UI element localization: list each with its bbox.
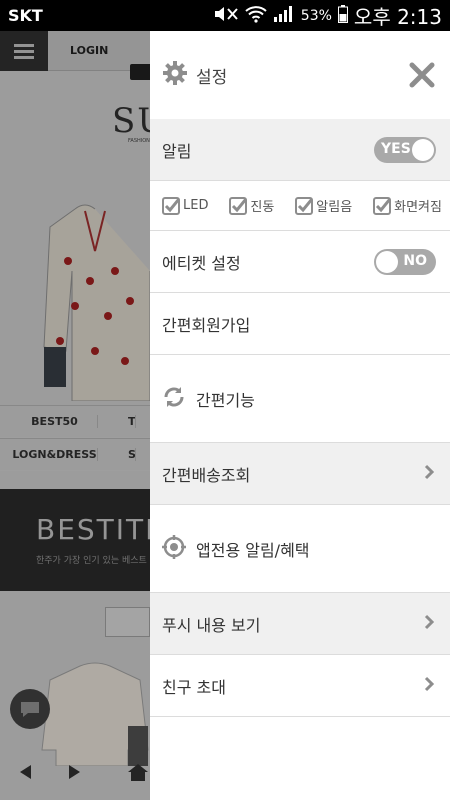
wifi-icon bbox=[245, 5, 267, 27]
bg-input-box bbox=[105, 607, 150, 637]
close-icon[interactable] bbox=[406, 59, 438, 91]
clock: 오후 2:13 bbox=[353, 5, 442, 29]
home-icon[interactable] bbox=[100, 762, 150, 782]
simple-signup-label: 간편회원가입 bbox=[162, 315, 251, 335]
etiquette-row: 에티켓 설정 NO bbox=[150, 231, 450, 293]
alarm-toggle-text: YES bbox=[381, 140, 411, 157]
simple-functions-label: 간편기능 bbox=[196, 390, 255, 410]
checkbox-checked-icon bbox=[295, 196, 314, 215]
chat-bubble-icon[interactable] bbox=[10, 689, 50, 729]
delivery-check-row[interactable]: 간편배송조회 bbox=[150, 443, 450, 505]
push-view-row[interactable]: 푸시 내용 보기 bbox=[150, 593, 450, 655]
status-bar: SKT 53% 오후 2:13 bbox=[0, 0, 450, 31]
checkbox-led[interactable]: LED bbox=[162, 196, 209, 215]
banner-title: BESTITE bbox=[36, 513, 150, 546]
checkbox-vibrate-label: 진동 bbox=[250, 200, 275, 215]
signal-icon bbox=[273, 5, 295, 27]
checkbox-sound-label: 알림음 bbox=[316, 200, 353, 215]
battery-icon bbox=[337, 4, 348, 27]
checkbox-checked-icon bbox=[373, 196, 392, 215]
checkbox-sound[interactable]: 알림음 bbox=[295, 196, 352, 215]
etiquette-toggle[interactable]: NO bbox=[374, 248, 436, 275]
battery-percent: 53% bbox=[300, 7, 332, 24]
checkbox-screen-on[interactable]: 화면켜짐 bbox=[373, 196, 442, 215]
target-icon bbox=[162, 534, 186, 563]
category-best50[interactable]: BEST50 bbox=[12, 415, 98, 428]
bg-topbar: LOGIN bbox=[0, 31, 150, 71]
drawer-title: 설정 bbox=[196, 67, 228, 88]
alarm-label: 알림 bbox=[162, 141, 192, 161]
category-sho[interactable]: SHO bbox=[98, 448, 136, 461]
drawer-header: 설정 bbox=[150, 31, 450, 119]
alarm-options: LED 진동 알림음 화면켜짐 bbox=[150, 181, 450, 231]
toggle-knob bbox=[376, 250, 398, 273]
push-view-label: 푸시 내용 보기 bbox=[162, 615, 261, 635]
background-app: LOGIN SU FASHION BEST50 TE LOGN&DRESS SH… bbox=[0, 31, 150, 800]
etiquette-toggle-text: NO bbox=[403, 252, 427, 269]
invite-friend-row[interactable]: 친구 초대 bbox=[150, 655, 450, 717]
simple-functions-section: 간편기능 bbox=[150, 355, 450, 443]
category-grid: BEST50 TE LOGN&DRESS SHO bbox=[0, 405, 150, 471]
checkbox-checked-icon bbox=[229, 196, 248, 215]
product-image[interactable] bbox=[40, 201, 150, 401]
app-notice-section: 앱전용 알림/혜택 bbox=[150, 505, 450, 593]
refresh-icon bbox=[162, 385, 186, 413]
best-banner[interactable]: BESTITE 한주가 가장 인기 있는 베스트 bbox=[0, 489, 150, 591]
bg-badge bbox=[130, 64, 150, 80]
checkbox-vibrate[interactable]: 진동 bbox=[229, 196, 274, 215]
delivery-check-label: 간편배송조회 bbox=[162, 465, 251, 485]
alarm-toggle[interactable]: YES bbox=[374, 136, 436, 163]
chevron-right-icon bbox=[422, 614, 436, 634]
browser-nav bbox=[0, 743, 150, 800]
toggle-knob bbox=[412, 138, 434, 161]
login-link[interactable]: LOGIN bbox=[70, 44, 108, 57]
chevron-right-icon bbox=[422, 676, 436, 696]
checkbox-led-label: LED bbox=[183, 198, 209, 213]
banner-subtitle: 한주가 가장 인기 있는 베스트 bbox=[36, 556, 147, 566]
mute-icon bbox=[213, 5, 239, 27]
settings-drawer: 설정 알림 YES LED 진동 알림음 화면켜짐 에티켓 설정 NO 간편회원… bbox=[150, 31, 450, 800]
carrier-label: SKT bbox=[8, 6, 43, 25]
forward-arrow-icon[interactable] bbox=[50, 764, 100, 780]
back-arrow-icon[interactable] bbox=[0, 764, 50, 780]
etiquette-label: 에티켓 설정 bbox=[162, 253, 241, 273]
checkbox-checked-icon bbox=[162, 196, 180, 215]
simple-signup-row[interactable]: 간편회원가입 bbox=[150, 293, 450, 355]
alarm-row: 알림 YES bbox=[150, 119, 450, 181]
invite-friend-label: 친구 초대 bbox=[162, 677, 226, 697]
brand-tagline: FASHION bbox=[128, 138, 150, 144]
brand-logo: SU bbox=[112, 101, 150, 141]
checkbox-screen-on-label: 화면켜짐 bbox=[394, 200, 442, 215]
category-logn-dress[interactable]: LOGN&DRESS bbox=[12, 448, 98, 461]
chevron-right-icon bbox=[422, 464, 436, 484]
gear-icon bbox=[162, 60, 188, 90]
app-notice-label: 앱전용 알림/혜택 bbox=[196, 540, 310, 560]
category-te[interactable]: TE bbox=[98, 415, 136, 428]
hamburger-menu-icon[interactable] bbox=[0, 31, 48, 71]
